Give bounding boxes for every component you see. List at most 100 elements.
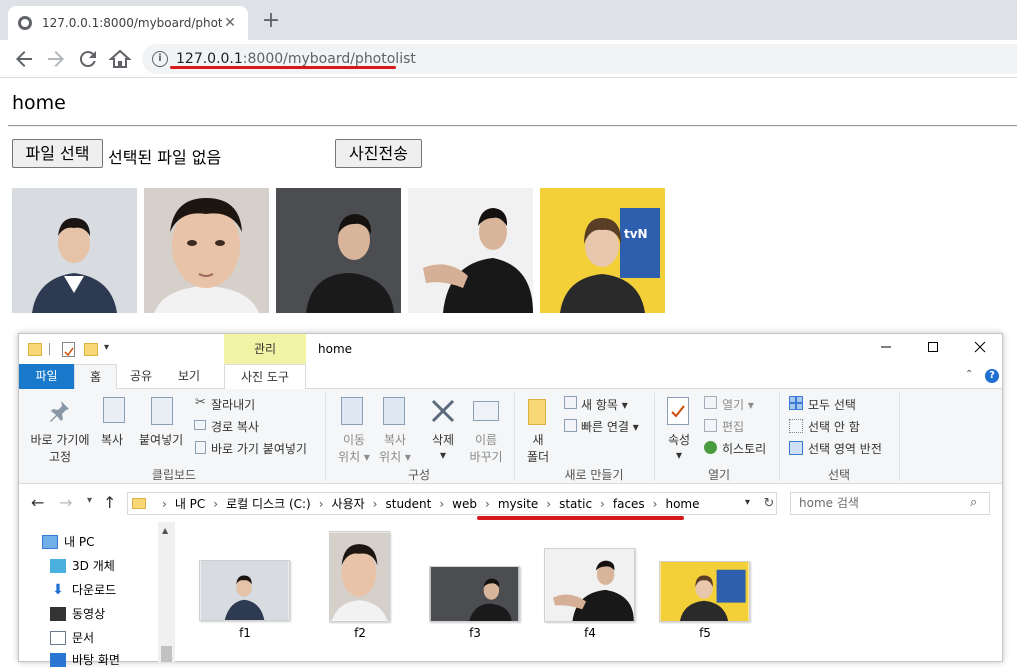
minimize-icon[interactable] <box>871 338 901 360</box>
delete-label-2: ▾ <box>439 448 447 462</box>
copy-to-label-1: 복사 <box>383 433 407 447</box>
crumb-mysite[interactable]: mysite <box>498 497 538 511</box>
crumb-home[interactable]: home <box>665 497 699 511</box>
file-name-f1[interactable]: f1 <box>215 626 275 640</box>
pin-quick-access-button[interactable]: 바로 가기에 고정 <box>27 431 93 465</box>
paste-button[interactable]: 붙여넣기 <box>139 431 183 448</box>
address-dropdown-icon[interactable]: ▾ <box>745 497 750 508</box>
file-thumb-f5[interactable] <box>659 561 750 622</box>
copy-button[interactable]: 복사 <box>101 431 123 448</box>
maximize-icon[interactable] <box>918 338 948 360</box>
help-icon[interactable]: ? <box>985 369 999 383</box>
choose-file-button[interactable]: 파일 선택 <box>12 139 103 168</box>
properties-icon <box>667 397 689 425</box>
nav-this-pc[interactable]: 내 PC <box>42 533 94 550</box>
crumb-faces[interactable]: faces <box>613 497 645 511</box>
collapse-ribbon-icon[interactable]: ⌃ <box>965 369 973 380</box>
edit-button[interactable]: 편집 <box>722 418 744 435</box>
file-name-f3[interactable]: f3 <box>445 626 505 640</box>
tab-file[interactable]: 파일 <box>19 364 74 389</box>
photo-5: tvN <box>540 188 665 313</box>
copy-path-button[interactable]: 경로 복사 <box>211 418 259 435</box>
properties-qa-icon[interactable] <box>62 342 75 357</box>
browser-tab[interactable]: 127.0.0.1:8000/myboard/photoli ✕ <box>8 6 248 40</box>
scroll-thumb[interactable] <box>161 646 172 662</box>
nav-downloads[interactable]: ⬇ 다운로드 <box>50 581 116 598</box>
pin-icon <box>47 399 71 427</box>
file-name-f4[interactable]: f4 <box>560 626 620 640</box>
rename-button[interactable]: 이름 바꾸기 <box>466 431 506 465</box>
new-item-button[interactable]: 새 항목 ▾ <box>581 396 628 413</box>
history-button[interactable]: 히스토리 <box>722 440 766 457</box>
easy-access-icon <box>564 419 577 432</box>
file-thumb-f4[interactable] <box>544 548 635 622</box>
move-to-icon <box>341 397 363 425</box>
pin-label-1: 바로 가기에 <box>30 433 90 447</box>
delete-button[interactable]: 삭제 ▾ <box>427 431 459 462</box>
crumb-this-pc[interactable]: 내 PC <box>175 495 205 512</box>
nav-3d-objects[interactable]: 3D 개체 <box>50 557 115 574</box>
open-button[interactable]: 열기 ▾ <box>722 396 754 413</box>
nav-scrollbar[interactable]: ▲ <box>158 522 175 662</box>
forward-arrow-icon[interactable]: → <box>59 493 72 512</box>
select-none-button[interactable]: 선택 안 함 <box>808 418 860 435</box>
folder-icon <box>132 498 146 509</box>
new-folder-qa-icon[interactable] <box>84 343 98 356</box>
home-icon[interactable] <box>108 47 132 71</box>
search-box[interactable]: home 검색 <box>790 492 990 515</box>
nav-label: 3D 개체 <box>72 559 115 573</box>
submit-photo-button[interactable]: 사진전송 <box>335 139 422 168</box>
invert-selection-button[interactable]: 선택 영역 반전 <box>808 440 882 457</box>
file-thumb-f1[interactable] <box>199 560 290 621</box>
address-bar[interactable]: i 127.0.0.1:8000/myboard/photolist <box>142 44 1017 74</box>
file-thumb-f3[interactable] <box>429 566 520 622</box>
breadcrumb-separator: › <box>372 496 378 511</box>
new-folder-button[interactable]: 새 폴더 <box>522 431 554 465</box>
scroll-up-icon[interactable]: ▲ <box>162 526 168 535</box>
cube-icon <box>50 558 66 573</box>
crumb-web[interactable]: web <box>452 497 477 511</box>
tab-home[interactable]: 홈 <box>74 364 117 389</box>
move-to-button[interactable]: 이동 위치 ▾ <box>337 431 371 465</box>
url-host: 127.0.0.1 <box>176 51 243 67</box>
crumb-static[interactable]: static <box>559 497 592 511</box>
close-tab-icon[interactable]: ✕ <box>222 15 238 31</box>
select-all-button[interactable]: 모두 선택 <box>808 396 856 413</box>
forward-icon[interactable] <box>44 47 68 71</box>
new-tab-button[interactable]: + <box>258 8 284 34</box>
properties-button[interactable]: 속성 ▾ <box>663 431 695 462</box>
explorer-breadcrumb[interactable]: › 내 PC › 로컬 디스크 (C:) › 사용자 › student › web › m… <box>127 492 777 515</box>
up-arrow-icon[interactable]: ↑ <box>103 493 116 512</box>
tab-photo-tools[interactable]: 사진 도구 <box>224 364 306 389</box>
search-icon[interactable]: ⌕ <box>970 495 977 510</box>
crumb-student[interactable]: student <box>385 497 431 511</box>
easy-access-button[interactable]: 빠른 연결 ▾ <box>581 418 639 435</box>
breadcrumb-separator: › <box>546 496 552 511</box>
file-thumb-f2[interactable] <box>329 531 390 622</box>
info-icon[interactable]: i <box>152 51 168 67</box>
nav-documents[interactable]: 문서 <box>50 629 94 646</box>
tab-share[interactable]: 공유 <box>117 364 165 389</box>
refresh-icon[interactable]: ↻ <box>759 492 779 515</box>
copy-to-button[interactable]: 복사 위치 ▾ <box>378 431 412 465</box>
file-name-f5[interactable]: f5 <box>675 626 735 640</box>
group-separator <box>654 393 655 481</box>
crumb-local-disk[interactable]: 로컬 디스크 (C:) <box>226 495 311 512</box>
crumb-users[interactable]: 사용자 <box>332 495 365 512</box>
recent-locations-icon[interactable]: ▾ <box>87 495 92 506</box>
nav-videos[interactable]: 동영상 <box>50 605 105 622</box>
nav-desktop[interactable]: 바탕 화면 <box>50 651 120 668</box>
nav-label: 문서 <box>72 631 95 645</box>
breadcrumb-separator: › <box>485 496 490 511</box>
tab-view[interactable]: 보기 <box>165 364 213 389</box>
back-icon[interactable] <box>12 47 36 71</box>
close-window-icon[interactable] <box>965 338 995 360</box>
manage-contextual-tab[interactable]: 관리 <box>224 334 306 364</box>
paste-shortcut-button[interactable]: 바로 가기 붙여넣기 <box>211 440 307 457</box>
cut-button[interactable]: 잘라내기 <box>211 396 255 413</box>
nav-label: 동영상 <box>72 607 106 621</box>
back-arrow-icon[interactable]: ← <box>31 493 44 512</box>
reload-icon[interactable] <box>76 47 100 71</box>
file-name-f2[interactable]: f2 <box>330 626 390 640</box>
customize-qa-icon[interactable]: ▾ <box>104 342 109 353</box>
